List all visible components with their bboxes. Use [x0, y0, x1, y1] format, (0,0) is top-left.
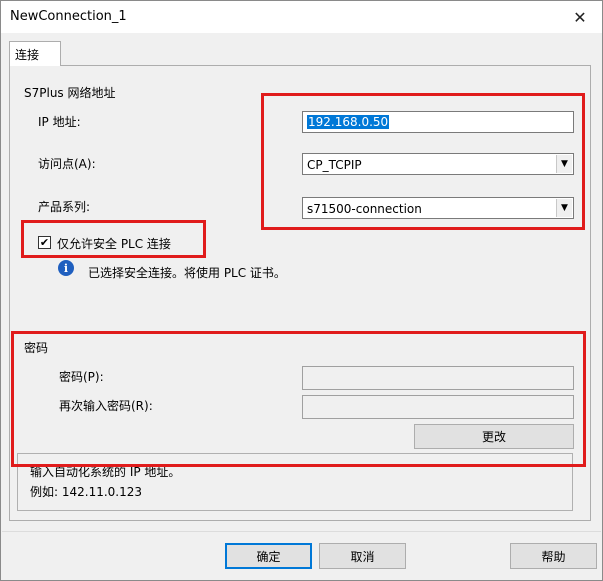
footer-divider [2, 531, 601, 532]
tab-connection[interactable]: 连接 [9, 41, 61, 66]
ip-address-label: IP 地址: [38, 115, 81, 129]
highlight-box-address [261, 93, 585, 230]
hint-line-2: 例如: 142.11.0.123 [30, 485, 143, 499]
close-button[interactable]: ✕ [558, 1, 602, 33]
highlight-box-secure [21, 220, 206, 258]
highlight-box-password [11, 331, 586, 467]
secure-info-text: 已选择安全连接。将使用 PLC 证书。 [88, 266, 286, 280]
dialog-window: NewConnection_1 ✕ 连接 S7Plus 网络地址 IP 地址: … [0, 0, 603, 581]
help-button[interactable]: 帮助 [510, 543, 597, 569]
product-family-label: 产品系列: [38, 200, 91, 214]
title-bar: NewConnection_1 ✕ [1, 1, 602, 33]
address-section-title: S7Plus 网络地址 [24, 86, 116, 100]
window-title: NewConnection_1 [10, 9, 127, 24]
cancel-button[interactable]: 取消 [319, 543, 406, 569]
info-icon: i [58, 260, 74, 276]
ok-button[interactable]: 确定 [225, 543, 312, 569]
close-icon: ✕ [573, 7, 587, 27]
access-point-label: 访问点(A): [38, 157, 96, 171]
